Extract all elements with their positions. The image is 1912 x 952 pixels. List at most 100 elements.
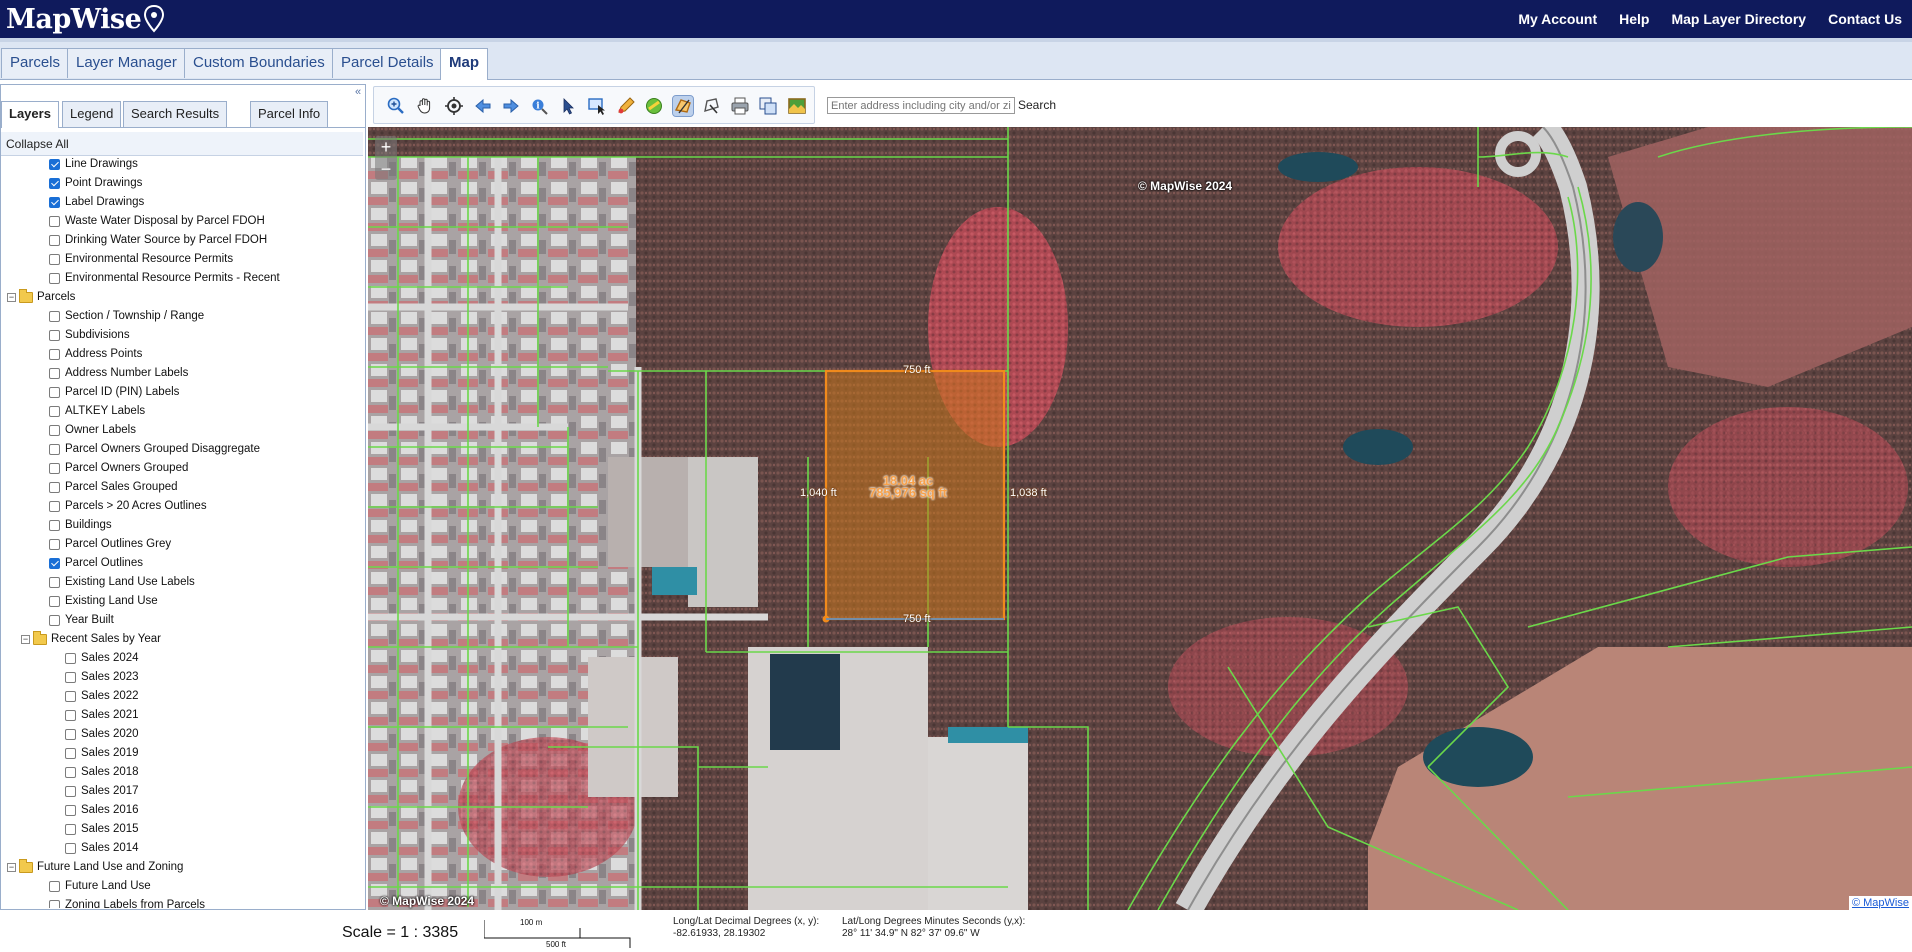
layer-checkbox[interactable]: [49, 159, 60, 170]
layer-checkbox[interactable]: [65, 786, 76, 797]
layer-item[interactable]: Address Points: [49, 345, 142, 364]
layer-checkbox[interactable]: [49, 501, 60, 512]
collapse-group-icon[interactable]: −: [21, 635, 30, 644]
locate-icon[interactable]: [444, 96, 464, 116]
tab-parcels[interactable]: Parcels: [1, 48, 70, 78]
panel-tab-search-results[interactable]: Search Results: [123, 101, 228, 127]
layer-checkbox[interactable]: [49, 178, 60, 189]
layer-item[interactable]: Subdivisions: [49, 326, 130, 345]
imagery-icon[interactable]: [787, 96, 807, 116]
layer-checkbox[interactable]: [65, 729, 76, 740]
layer-checkbox[interactable]: [49, 425, 60, 436]
draw-icon[interactable]: [616, 96, 636, 116]
layer-item[interactable]: Parcel Outlines: [49, 554, 143, 573]
layer-checkbox[interactable]: [49, 406, 60, 417]
layer-item[interactable]: Label Drawings: [49, 193, 144, 212]
polygon-icon[interactable]: [701, 96, 721, 116]
zoom-out-button[interactable]: −: [375, 158, 397, 180]
nav-map-layer-directory[interactable]: Map Layer Directory: [1671, 11, 1806, 27]
layer-checkbox[interactable]: [49, 558, 60, 569]
layer-checkbox[interactable]: [49, 520, 60, 531]
layer-checkbox[interactable]: [49, 216, 60, 227]
layer-checkbox[interactable]: [65, 805, 76, 816]
layer-checkbox[interactable]: [65, 748, 76, 759]
nav-help[interactable]: Help: [1619, 11, 1649, 27]
layer-item[interactable]: Zoning Labels from Parcels: [49, 896, 205, 908]
layer-item[interactable]: Parcels > 20 Acres Outlines: [49, 497, 207, 516]
layer-checkbox[interactable]: [49, 254, 60, 265]
layer-item[interactable]: Point Drawings: [49, 174, 142, 193]
layer-checkbox[interactable]: [65, 824, 76, 835]
layer-checkbox[interactable]: [49, 197, 60, 208]
layer-checkbox[interactable]: [49, 387, 60, 398]
panel-tab-parcel-info[interactable]: Parcel Info: [250, 101, 329, 127]
layer-item[interactable]: Parcel Owners Grouped Disaggregate: [49, 440, 260, 459]
layer-item[interactable]: Sales 2023: [65, 668, 139, 687]
search-button[interactable]: Search: [1018, 96, 1056, 114]
layer-item[interactable]: Sales 2019: [65, 744, 139, 763]
layer-item[interactable]: Owner Labels: [49, 421, 136, 440]
layer-item[interactable]: Parcel ID (PIN) Labels: [49, 383, 179, 402]
tab-map[interactable]: Map: [440, 48, 488, 80]
tab-layer-manager[interactable]: Layer Manager: [67, 48, 186, 78]
layer-checkbox[interactable]: [49, 900, 60, 908]
layer-item[interactable]: Sales 2017: [65, 782, 139, 801]
layer-item[interactable]: Sales 2018: [65, 763, 139, 782]
pan-hand-icon[interactable]: [415, 96, 435, 116]
select-box-icon[interactable]: [587, 96, 607, 116]
layer-item[interactable]: Parcel Owners Grouped: [49, 459, 188, 478]
layer-item[interactable]: Parcel Sales Grouped: [49, 478, 178, 497]
layer-item[interactable]: ALTKEY Labels: [49, 402, 145, 421]
layer-checkbox[interactable]: [65, 672, 76, 683]
print-icon[interactable]: [730, 96, 750, 116]
back-arrow-icon[interactable]: [473, 96, 493, 116]
layer-item[interactable]: Sales 2024: [65, 649, 139, 668]
layer-item[interactable]: Sales 2022: [65, 687, 139, 706]
map-canvas[interactable]: + − © MapWise 2024 © MapWise 2024 750 ft…: [368, 127, 1912, 910]
layer-item[interactable]: Line Drawings: [49, 157, 138, 174]
layer-checkbox[interactable]: [49, 596, 60, 607]
layer-checkbox[interactable]: [49, 311, 60, 322]
layer-checkbox[interactable]: [65, 653, 76, 664]
info-icon[interactable]: i: [530, 96, 550, 116]
layer-item[interactable]: Sales 2021: [65, 706, 139, 725]
tab-custom-boundaries[interactable]: Custom Boundaries: [184, 48, 334, 78]
nav-contact-us[interactable]: Contact Us: [1828, 11, 1902, 27]
layer-checkbox[interactable]: [49, 539, 60, 550]
layer-checkbox[interactable]: [49, 577, 60, 588]
layer-item[interactable]: Environmental Resource Permits: [49, 250, 233, 269]
measure-area-icon[interactable]: [672, 95, 694, 117]
layer-group[interactable]: − Future Land Use and Zoning: [7, 858, 183, 877]
layer-group[interactable]: − Recent Sales by Year: [21, 630, 161, 649]
layer-item[interactable]: Sales 2015: [65, 820, 139, 839]
zoom-in-button[interactable]: +: [375, 136, 397, 158]
layer-item[interactable]: Buildings: [49, 516, 112, 535]
layer-checkbox[interactable]: [49, 881, 60, 892]
layer-checkbox[interactable]: [65, 843, 76, 854]
collapse-group-icon[interactable]: −: [7, 293, 16, 302]
layer-checkbox[interactable]: [65, 767, 76, 778]
layer-checkbox[interactable]: [49, 273, 60, 284]
layer-checkbox[interactable]: [49, 615, 60, 626]
layer-item[interactable]: Sales 2020: [65, 725, 139, 744]
layer-checkbox[interactable]: [49, 368, 60, 379]
nav-my-account[interactable]: My Account: [1518, 11, 1597, 27]
zoom-in-icon[interactable]: [386, 96, 406, 116]
layer-item[interactable]: Sales 2016: [65, 801, 139, 820]
forward-arrow-icon[interactable]: [501, 96, 521, 116]
select-arrow-icon[interactable]: [558, 96, 578, 116]
address-search-input[interactable]: [827, 97, 1015, 114]
layer-group[interactable]: − Parcels: [7, 288, 75, 307]
panel-tab-layers[interactable]: Layers: [1, 101, 59, 128]
mapwise-logo[interactable]: MapWise: [6, 3, 165, 35]
collapse-panel-icon[interactable]: «: [352, 86, 364, 98]
layer-item[interactable]: Environmental Resource Permits - Recent: [49, 269, 280, 288]
layer-item[interactable]: Existing Land Use: [49, 592, 158, 611]
layer-item[interactable]: Waste Water Disposal by Parcel FDOH: [49, 212, 265, 231]
layer-item[interactable]: Future Land Use: [49, 877, 151, 896]
collapse-all-button[interactable]: Collapse All: [1, 132, 363, 156]
collapse-group-icon[interactable]: −: [7, 863, 16, 872]
layer-checkbox[interactable]: [49, 235, 60, 246]
layer-checkbox[interactable]: [49, 444, 60, 455]
layer-checkbox[interactable]: [49, 330, 60, 341]
